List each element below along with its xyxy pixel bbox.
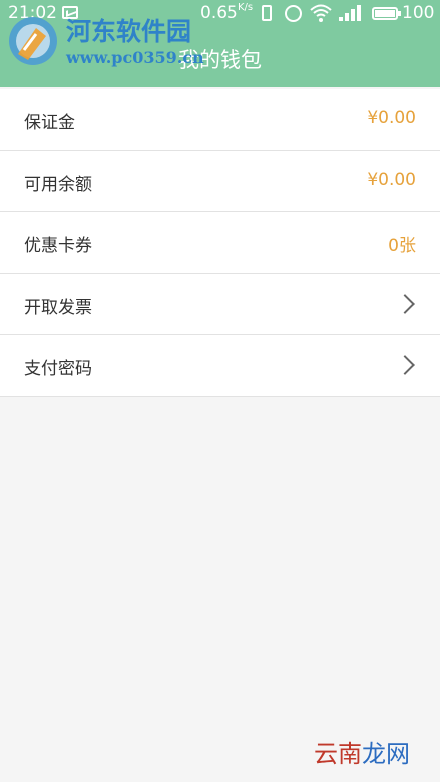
wallet-item-label: 开取发票 [24,297,92,318]
app-header: 21:02 0.65 K/s 100 我的钱包 河东软件园 www.pc0359… [0,0,440,87]
signal-icon [339,5,361,21]
wallet-item-deposit[interactable]: 保证金 ¥0.00 [0,89,440,151]
wallet-item-label: 可用余额 [24,174,92,195]
network-speed-unit: K/s [238,2,254,13]
footer-watermark-part-2: 龙网 [362,740,410,768]
wallet-item-invoice[interactable]: 开取发票 [0,273,440,335]
wallet-item-value: ¥0.00 [367,108,416,128]
watermark-url: www.pc0359.cn [66,48,204,67]
chevron-right-icon [395,355,415,375]
alarm-icon [285,5,302,22]
network-speed: 0.65 [200,3,238,23]
footer-watermark-part-1: 云南 [314,740,362,768]
wallet-list: 保证金 ¥0.00 可用余额 ¥0.00 优惠卡券 0张 开取发票 支付密码 [0,89,440,397]
wallet-item-label: 优惠卡券 [24,236,92,256]
wifi-icon [310,4,332,22]
wallet-item-label: 支付密码 [24,359,92,379]
wallet-item-value: ¥0.00 [367,169,416,190]
battery-icon [372,7,401,20]
watermark-name: 河东软件园 [66,17,192,46]
wallet-item-coupons[interactable]: 优惠卡券 0张 [0,212,440,274]
watermark-logo-icon [9,17,57,65]
wallet-item-value: 0张 [388,236,416,256]
vibrate-icon [262,5,272,21]
battery-level: 100 [402,3,435,23]
wallet-item-label: 保证金 [24,113,75,133]
wallet-item-payment-password[interactable]: 支付密码 [0,335,440,397]
footer-watermark: 云南龙网 [314,734,410,769]
wallet-item-available-balance[interactable]: 可用余额 ¥0.00 [0,150,440,212]
chevron-right-icon [395,293,415,314]
